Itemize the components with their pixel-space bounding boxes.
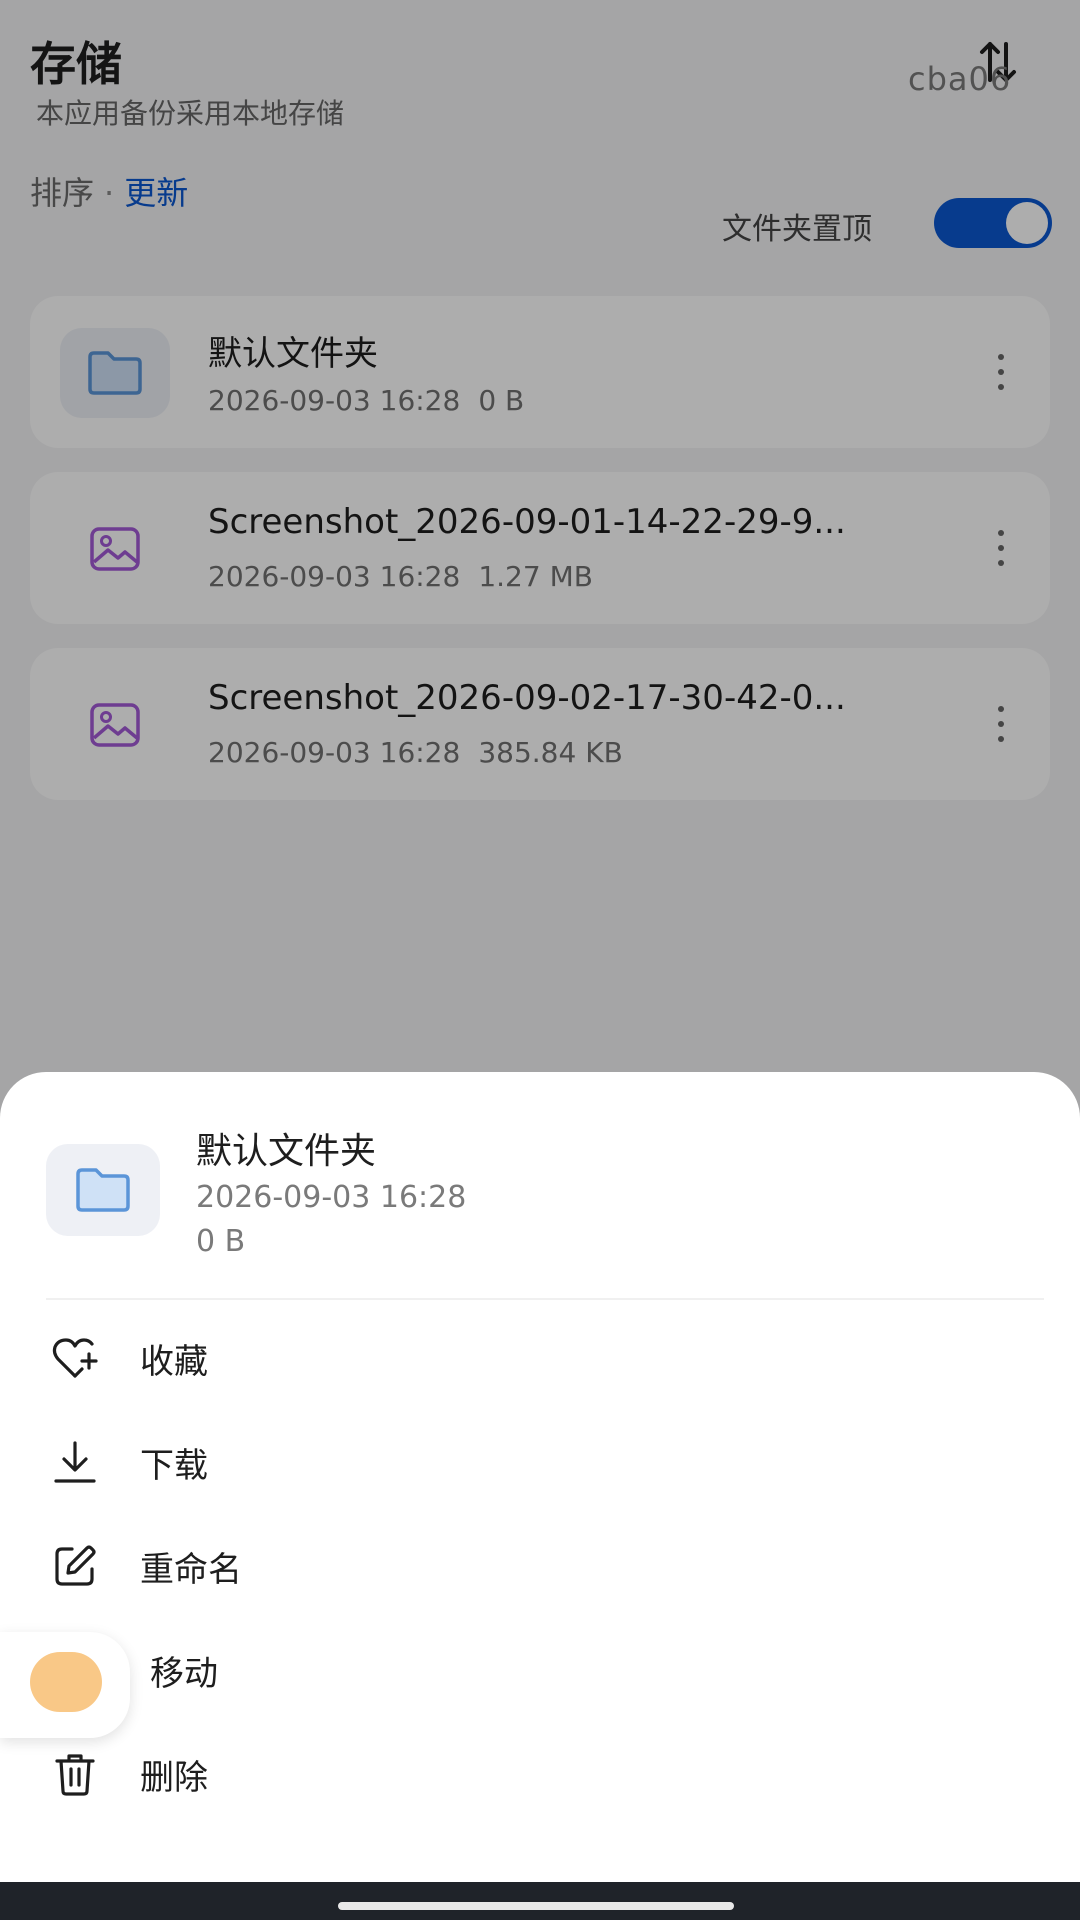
- action-label: 重命名: [140, 1549, 242, 1590]
- sheet-file-name: 默认文件夹: [196, 1131, 377, 1172]
- heart-plus-icon: [50, 1333, 100, 1383]
- action-move[interactable]: 移动: [0, 1618, 1080, 1722]
- action-delete[interactable]: 删除: [0, 1722, 1080, 1826]
- floating-assist-indicator: [30, 1652, 102, 1712]
- sheet-divider: [46, 1298, 1044, 1300]
- action-label: 收藏: [140, 1341, 208, 1382]
- sheet-file-time: 2026-09-03 16:28: [196, 1180, 467, 1215]
- floating-assist-bubble[interactable]: [0, 1632, 130, 1738]
- folder-icon: [76, 1168, 130, 1212]
- download-icon: [50, 1437, 100, 1487]
- trash-icon: [50, 1749, 100, 1799]
- action-label: 移动: [150, 1653, 218, 1694]
- home-indicator[interactable]: [338, 1902, 734, 1910]
- sheet-file-thumb: [46, 1144, 160, 1236]
- action-rename[interactable]: 重命名: [0, 1514, 1080, 1618]
- system-nav-bar: [0, 1882, 1080, 1920]
- action-download[interactable]: 下载: [0, 1410, 1080, 1514]
- action-favorite[interactable]: 收藏: [0, 1306, 1080, 1410]
- action-label: 删除: [140, 1757, 208, 1798]
- sheet-file-size: 0 B: [196, 1224, 246, 1259]
- file-actions-sheet: 默认文件夹 2026-09-03 16:28 0 B 收藏 下载 重命名 移动 …: [0, 1072, 1080, 1882]
- action-label: 下载: [140, 1445, 208, 1486]
- edit-icon: [50, 1541, 100, 1591]
